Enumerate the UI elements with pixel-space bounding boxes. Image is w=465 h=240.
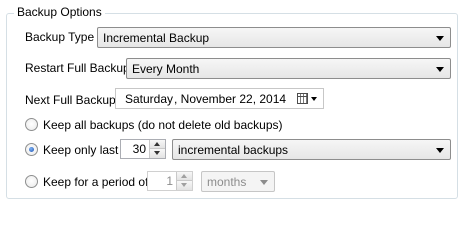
keep-period-count-stepper[interactable]: 1 [147, 171, 193, 191]
keep-period-unit-value: months [207, 175, 247, 189]
stepper-up-button[interactable] [177, 172, 192, 181]
keep-last-unit-select[interactable]: incremental backups [172, 139, 451, 160]
next-full-date-picker[interactable]: Saturday , November 22, 2014 [115, 88, 324, 109]
chevron-down-icon [436, 148, 444, 153]
keep-period-label[interactable]: Keep for a period of [43, 175, 148, 189]
next-full-label: Next Full Backup [25, 93, 116, 107]
keep-period-count-value[interactable]: 1 [166, 174, 173, 188]
restart-full-value: Every Month [132, 62, 200, 76]
stepper-buttons [176, 172, 192, 190]
keep-last-count-stepper[interactable]: 30 [120, 139, 166, 159]
backup-type-select[interactable]: Incremental Backup [97, 27, 451, 48]
date-day[interactable]: Saturday [125, 92, 173, 106]
restart-full-select[interactable]: Every Month [126, 58, 451, 79]
backup-type-value: Incremental Backup [103, 31, 210, 45]
stepper-down-button[interactable] [177, 181, 192, 190]
chevron-down-icon[interactable] [311, 97, 317, 101]
stepper-down-button[interactable] [150, 149, 165, 158]
chevron-down-icon [260, 180, 268, 185]
chevron-down-icon [436, 36, 444, 41]
keep-last-radio[interactable] [25, 143, 38, 156]
keep-last-label[interactable]: Keep only last [43, 143, 118, 157]
arrow-down-icon [181, 183, 187, 187]
date-text[interactable]: , November 22, 2014 [174, 92, 286, 106]
group-title: Backup Options [14, 5, 105, 19]
stepper-buttons [149, 140, 165, 158]
keep-all-radio[interactable] [25, 118, 38, 131]
stepper-up-button[interactable] [150, 140, 165, 149]
chevron-down-icon [436, 67, 444, 72]
keep-all-label[interactable]: Keep all backups (do not delete old back… [43, 118, 283, 132]
keep-last-unit-value: incremental backups [178, 143, 289, 157]
calendar-icon[interactable] [297, 93, 308, 104]
radio-selected-dot [29, 147, 34, 152]
keep-period-unit-select[interactable]: months [201, 171, 275, 192]
keep-last-count-value[interactable]: 30 [133, 142, 146, 156]
keep-period-radio[interactable] [25, 175, 38, 188]
arrow-down-icon [154, 151, 160, 155]
restart-full-label: Restart Full Backup [25, 61, 130, 75]
arrow-up-icon [181, 174, 187, 178]
arrow-up-icon [154, 142, 160, 146]
backup-type-label: Backup Type [25, 30, 95, 44]
